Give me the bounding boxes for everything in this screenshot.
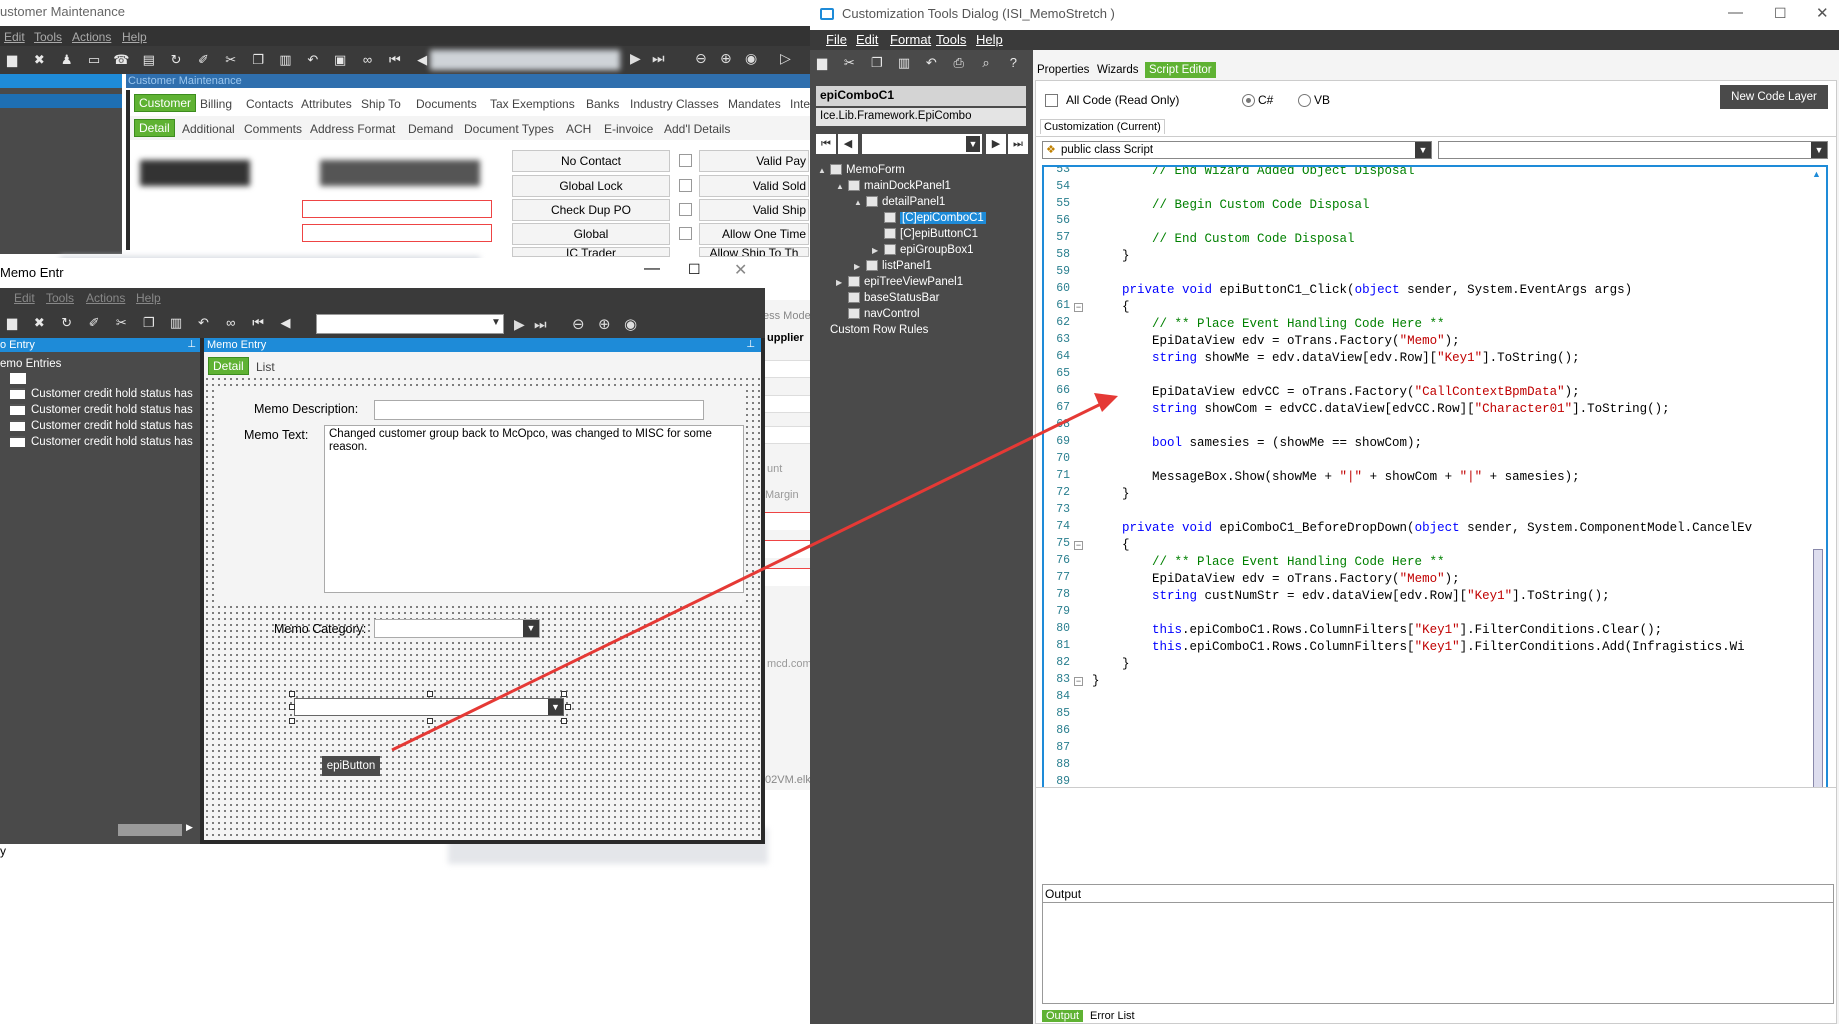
- annotation-arrow: [391, 393, 1118, 752]
- arrow-head: [1094, 393, 1118, 412]
- arrow-shaft: [391, 400, 1106, 752]
